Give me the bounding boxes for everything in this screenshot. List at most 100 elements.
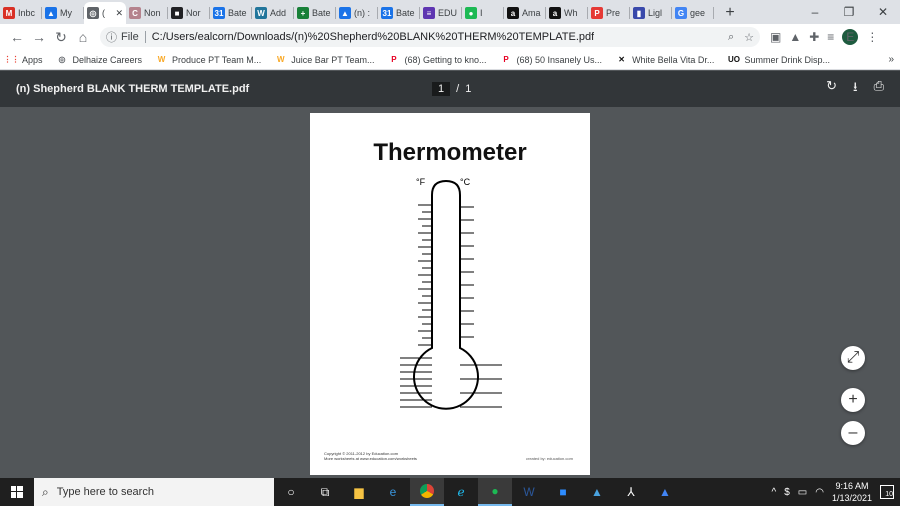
- chrome-taskbar-icon[interactable]: [410, 478, 444, 506]
- forward-button[interactable]: →: [28, 26, 50, 48]
- acrobat-icon[interactable]: ⅄: [614, 478, 648, 506]
- bookmarks-overflow-button[interactable]: »: [888, 54, 894, 65]
- bookmark-item[interactable]: UO Summer Drink Disp...: [728, 54, 830, 65]
- tab-label: EDU: [438, 8, 458, 18]
- spotify-taskbar-icon[interactable]: ●: [478, 478, 512, 506]
- file-explorer-icon[interactable]: ▆: [342, 478, 376, 506]
- extension-drive-icon[interactable]: ▲: [789, 30, 801, 44]
- zoom-search-icon[interactable]: ⌕: [728, 31, 734, 44]
- battery-icon[interactable]: ▭: [798, 487, 807, 498]
- system-tray: ^ $ ▭ ◠ 9:16 AM 1/13/2021 10: [772, 480, 900, 504]
- reading-list-icon[interactable]: ≡: [827, 30, 834, 44]
- extension-j-icon[interactable]: ▣: [770, 30, 781, 44]
- notification-center-icon[interactable]: 10: [880, 485, 894, 499]
- bookmark-star-icon[interactable]: ☆: [744, 31, 754, 44]
- cortana-icon[interactable]: ○: [274, 478, 308, 506]
- current-page-input[interactable]: 1: [432, 82, 451, 96]
- restore-button[interactable]: ❐: [832, 5, 866, 19]
- browser-tab[interactable]: ▲ (n) :: [336, 2, 378, 24]
- new-tab-button[interactable]: +: [718, 2, 742, 24]
- ie-icon[interactable]: ℯ: [444, 478, 478, 506]
- browser-tab[interactable]: 31 Bate: [378, 2, 420, 24]
- close-window-button[interactable]: ✕: [866, 5, 900, 19]
- bookmark-item[interactable]: ⋮⋮ Apps: [4, 54, 43, 65]
- zoom-in-button[interactable]: +: [841, 388, 865, 412]
- browser-toolbar: ← → ↻ ⌂ ⓘ File C:/Users/ealcorn/Download…: [0, 24, 900, 50]
- taskbar-clock[interactable]: 9:16 AM 1/13/2021: [832, 480, 872, 504]
- taskbar-search-box[interactable]: ⌕ Type here to search: [34, 478, 274, 506]
- bookmark-label: (68) 50 Insanely Us...: [516, 54, 603, 65]
- edu-icon: ≡: [423, 7, 435, 19]
- thermometer-diagram: °F °C: [400, 177, 502, 410]
- browser-tab[interactable]: ◎( ✕: [84, 2, 126, 24]
- clock-date: 1/13/2021: [831, 493, 872, 503]
- profile-avatar[interactable]: E: [842, 29, 859, 45]
- menu-kebab-icon[interactable]: ⋮: [866, 30, 878, 44]
- show-hidden-icons-icon[interactable]: ^: [772, 487, 777, 498]
- browser-tab[interactable]: ● I: [462, 2, 504, 24]
- browser-tab[interactable]: M Inbc: [0, 2, 42, 24]
- tab-label: Wh: [564, 8, 578, 18]
- tab-label: Nor: [186, 8, 201, 18]
- bookmarks-bar: ⋮⋮ Apps ◎ Delhaize Careers W Produce PT Team …: [0, 50, 900, 70]
- task-view-icon[interactable]: ⧉: [308, 478, 342, 506]
- bookmark-item[interactable]: ◎ Delhaize Careers: [57, 54, 143, 65]
- print-icon[interactable]: ⎙: [874, 78, 884, 100]
- zoom-app-icon[interactable]: ■: [546, 478, 580, 506]
- pdf-page: Thermometer °F °C Copyright © 2011-2012 …: [310, 113, 590, 475]
- extensions-puzzle-icon[interactable]: ✚: [809, 30, 819, 44]
- omnibox-divider: [144, 31, 146, 43]
- word-icon[interactable]: W: [512, 478, 546, 506]
- browser-tab[interactable]: P Pre: [588, 2, 630, 24]
- bookmark-item[interactable]: P (68) Getting to kno...: [388, 54, 486, 65]
- thermometer-outline: [413, 179, 479, 410]
- globe-icon: ◎: [58, 55, 66, 64]
- windows-start-button[interactable]: [0, 478, 34, 506]
- address-bar[interactable]: ⓘ File C:/Users/ealcorn/Downloads/(n)%20…: [100, 27, 760, 47]
- browser-tab[interactable]: C Non: [126, 2, 168, 24]
- url-text[interactable]: C:/Users/ealcorn/Downloads/(n)%20Shepher…: [152, 31, 594, 43]
- browser-tab[interactable]: W Add: [252, 2, 294, 24]
- download-icon[interactable]: ⭳: [853, 78, 858, 100]
- wordpress-icon: W: [255, 7, 267, 19]
- copyright-line-2: More worksheets at www.education.com/wor…: [324, 456, 417, 461]
- globe-icon: ◎: [87, 7, 99, 19]
- tab-label: (: [102, 8, 105, 18]
- tab-label: Bate: [228, 8, 247, 18]
- browser-tab[interactable]: a Ama: [504, 2, 546, 24]
- reload-button[interactable]: ↻: [50, 26, 72, 48]
- info-icon[interactable]: ⓘ: [106, 29, 117, 45]
- rotate-icon[interactable]: ↻: [826, 78, 837, 100]
- bookmark-label: Produce PT Team M...: [172, 54, 262, 65]
- extensions-area: ▣ ▲ ✚ ≡ E ⋮: [770, 29, 878, 45]
- browser-tab[interactable]: ≡ EDU: [420, 2, 462, 24]
- browser-tab[interactable]: ■ Nor: [168, 2, 210, 24]
- photos-icon[interactable]: ▲: [580, 478, 614, 506]
- browser-tab[interactable]: ▮ Ligl: [630, 2, 672, 24]
- home-button[interactable]: ⌂: [72, 26, 94, 48]
- browser-tab[interactable]: a Wh: [546, 2, 588, 24]
- bookmark-label: Juice Bar PT Team...: [291, 54, 375, 65]
- notification-count: 10: [885, 491, 893, 498]
- bookmark-item[interactable]: W Produce PT Team M...: [156, 54, 262, 65]
- bookmark-item[interactable]: W Juice Bar PT Team...: [275, 54, 374, 65]
- close-tab-icon[interactable]: ✕: [115, 8, 123, 19]
- google-icon: G: [675, 7, 687, 19]
- bookmark-item[interactable]: ✕ White Bella Vita Dr...: [616, 54, 714, 65]
- browser-tab[interactable]: Ggee: [672, 2, 714, 24]
- browser-tab[interactable]: ▲ My: [42, 2, 84, 24]
- fit-to-page-button[interactable]: ⤢: [841, 346, 865, 370]
- wifi-icon[interactable]: ◠: [815, 487, 824, 498]
- browser-tab[interactable]: 31 Bate: [210, 2, 252, 24]
- bookmark-item[interactable]: P (68) 50 Insanely Us...: [501, 54, 603, 65]
- pdf-toolbar: (n) Shepherd BLANK THERM TEMPLATE.pdf 1 …: [0, 71, 900, 107]
- minimize-button[interactable]: –: [798, 5, 832, 19]
- walmart-icon: W: [276, 55, 285, 64]
- zoom-out-button[interactable]: –: [841, 421, 865, 445]
- drive-taskbar-icon[interactable]: ▲: [648, 478, 682, 506]
- created-by-text: created by: education.com: [526, 456, 573, 461]
- dollar-icon[interactable]: $: [784, 487, 790, 498]
- edge-icon[interactable]: e: [376, 478, 410, 506]
- back-button[interactable]: ←: [6, 26, 28, 48]
- browser-tab[interactable]: + Bate: [294, 2, 336, 24]
